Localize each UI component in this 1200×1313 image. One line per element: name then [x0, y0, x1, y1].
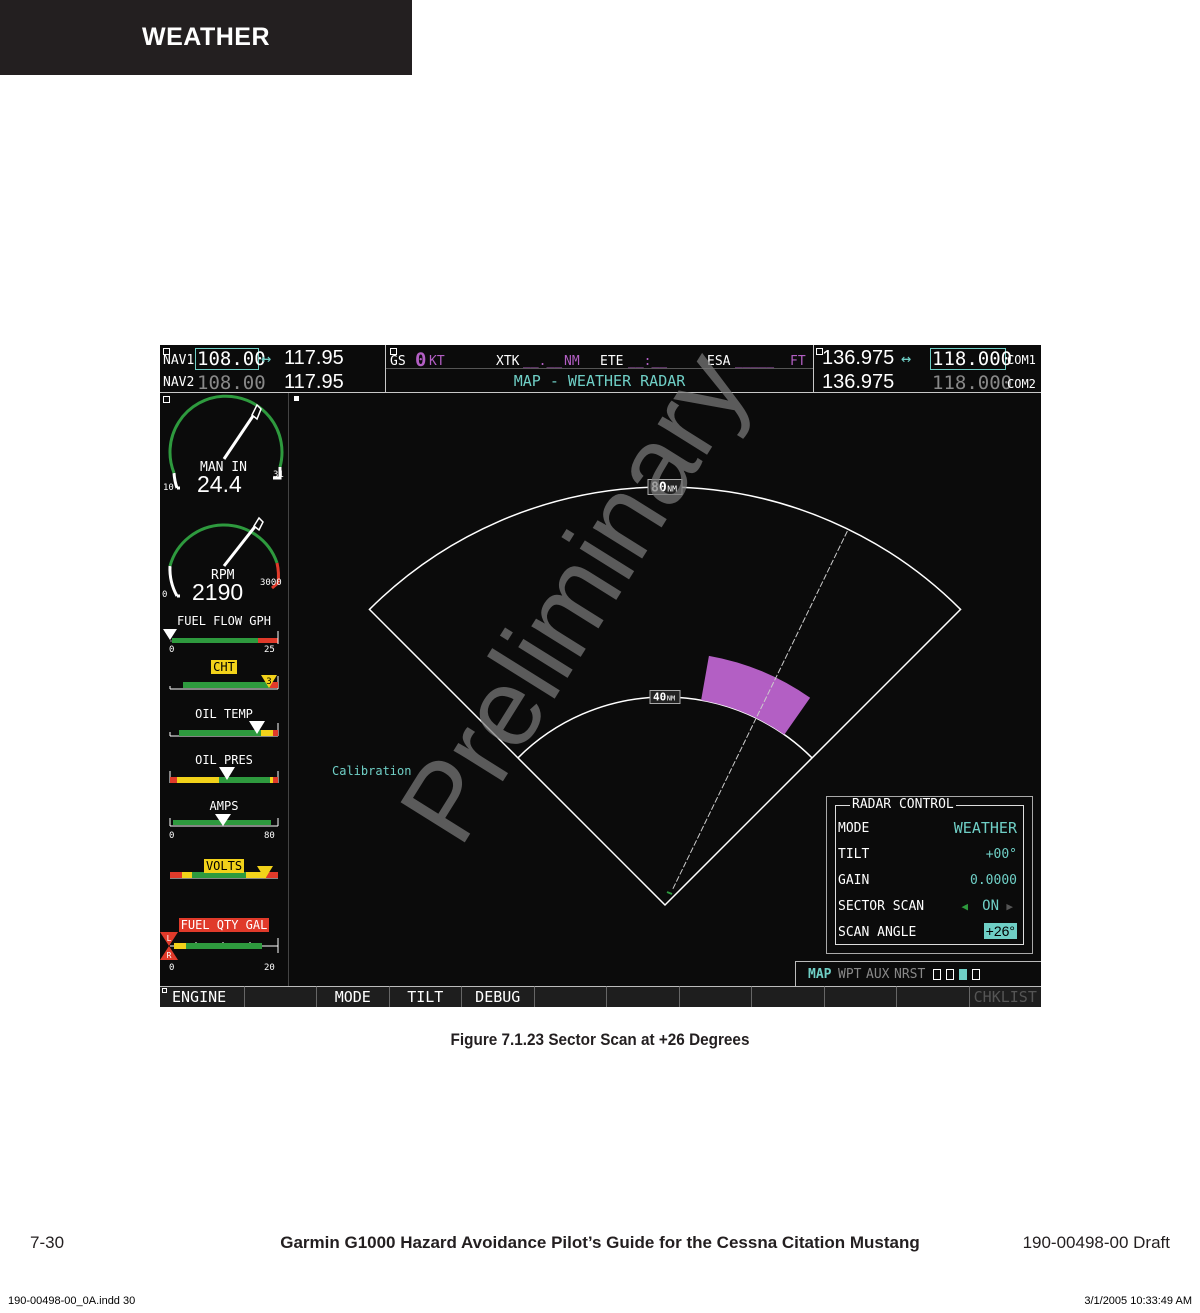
- radar-control-title: RADAR CONTROL: [850, 797, 956, 812]
- figure-caption: Figure 7.1.23 Sector Scan at +26 Degrees: [450, 1030, 750, 1049]
- softkey-debug[interactable]: DEBUG: [461, 986, 534, 1007]
- gain-value[interactable]: 0.0000: [970, 873, 1017, 888]
- softkey-mode[interactable]: MODE: [316, 986, 389, 1007]
- range-label-40nm: 40 NM: [649, 690, 681, 704]
- page-group-nrst[interactable]: NRST: [894, 967, 925, 982]
- softkey-2[interactable]: [243, 986, 316, 1007]
- range-outer-unit: NM: [667, 485, 677, 494]
- sector-scan-value[interactable]: ON: [982, 898, 999, 914]
- softkey-7[interactable]: [606, 986, 679, 1007]
- scan-angle-value[interactable]: +26°: [983, 923, 1017, 939]
- softkey-8[interactable]: [678, 986, 751, 1007]
- document-number: 190-00498-00 Draft: [1022, 1233, 1170, 1252]
- softkey-cursor-square-icon: [162, 988, 167, 993]
- range-outer-value: 80: [651, 481, 667, 496]
- range-label-80nm: 80 NM: [647, 479, 683, 496]
- page-indicator-1-icon: [933, 969, 941, 980]
- sector-scan-line: [672, 529, 849, 890]
- indd-slug-file: 190-00498-00_0A.indd 30: [8, 1295, 136, 1307]
- page-group-wpt[interactable]: WPT: [838, 967, 861, 982]
- sector-scan-right-arrow-icon[interactable]: ▶: [1006, 900, 1013, 913]
- page-group-map[interactable]: MAP: [808, 967, 831, 982]
- weather-cell-magenta: [701, 655, 811, 735]
- softkey-11[interactable]: [896, 986, 969, 1007]
- softkey-9[interactable]: [751, 986, 824, 1007]
- page-indicator-4-icon: [972, 969, 980, 980]
- softkey-bar: ENGINE MODE TILT DEBUG CHKLIST: [160, 986, 1041, 1007]
- softkey-10[interactable]: [823, 986, 896, 1007]
- aircraft-symbol-icon: [666, 891, 673, 895]
- page-group-aux[interactable]: AUX: [866, 967, 889, 982]
- page-indicator-2-icon: [946, 969, 954, 980]
- indd-slug-timestamp: 3/1/2005 10:33:49 AM: [1084, 1295, 1192, 1307]
- scan-angle-label: SCAN ANGLE: [838, 925, 917, 940]
- range-inner-value: 40: [653, 691, 666, 704]
- mode-value[interactable]: WEATHER: [954, 819, 1017, 837]
- mode-label: MODE: [838, 821, 870, 836]
- page-indicator-3-active-icon: [959, 969, 967, 980]
- gain-label: GAIN: [838, 873, 870, 888]
- mfd-screen: NAV1 108.00 ↔ 117.95 NAV2 108.00 117.95 …: [160, 345, 1041, 1007]
- radar-control-window: RADAR CONTROL MODE WEATHER TILT +00° GAI…: [826, 796, 1033, 954]
- range-inner-unit: NM: [667, 695, 675, 703]
- tilt-value[interactable]: +00°: [986, 847, 1017, 862]
- sector-scan-left-arrow-icon[interactable]: ◀: [961, 900, 968, 913]
- page-group-indicator: MAP WPT AUX NRST: [795, 961, 1041, 987]
- softkey-6[interactable]: [533, 986, 606, 1007]
- softkey-engine[interactable]: ENGINE: [160, 986, 244, 1007]
- calibration-label: Calibration: [332, 764, 412, 778]
- softkey-tilt[interactable]: TILT: [388, 986, 461, 1007]
- document-title: Garmin G1000 Hazard Avoidance Pilot’s Gu…: [280, 1233, 920, 1252]
- section-tab-weather: WEATHER: [0, 0, 412, 75]
- softkey-chklist[interactable]: CHKLIST: [968, 986, 1041, 1007]
- sector-scan-label: SECTOR SCAN: [838, 899, 925, 914]
- tilt-label: TILT: [838, 847, 870, 862]
